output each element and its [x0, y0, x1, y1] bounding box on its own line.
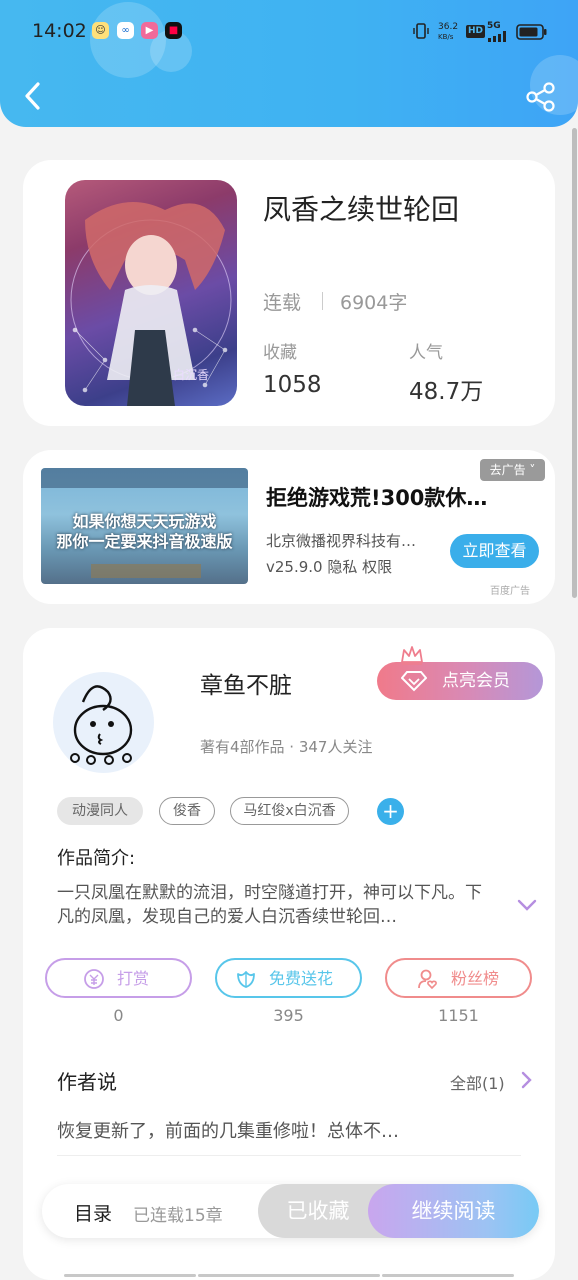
ad-title: 拒绝游戏荒!300款休… — [266, 486, 488, 510]
crown-icon — [401, 646, 423, 665]
tag-chip[interactable]: 动漫同人 — [57, 797, 143, 825]
avatar-drawing — [70, 685, 133, 765]
notification-app-icon: ∞ — [117, 22, 134, 39]
ad-image[interactable]: 如果你想天天玩游戏 那你一定要来抖音极速版 — [41, 468, 248, 584]
author-says-all-link[interactable]: 全部(1) — [450, 1070, 505, 1094]
author-card: 章鱼不脏 著有4部作品 · 347人关注 点亮会员 动漫同人 俊香 马红俊x白沉… — [23, 628, 555, 1280]
status-bar: 14:02 ☺ ∞ ▶ ■ 36.2 KB/s HD 5G — [0, 0, 578, 62]
nav-indicator — [198, 1274, 380, 1277]
book-info-card: 白沉香 凤香之续世轮回 连载 6904字 收藏 人气 1058 48.7万 — [23, 160, 555, 426]
fan-ranking-label: 粉丝榜 — [451, 969, 500, 988]
user-heart-icon — [418, 969, 437, 990]
favorites-label: 收藏 — [263, 343, 297, 363]
author-meta: 著有4部作品 · 347人关注 — [200, 738, 373, 756]
diamond-icon — [401, 671, 427, 692]
fan-count: 1151 — [438, 1006, 479, 1025]
notification-emoji-icon: ☺ — [92, 22, 109, 39]
nav-indicator — [64, 1274, 196, 1277]
author-avatar[interactable] — [53, 672, 154, 773]
status-time: 14:02 — [32, 20, 87, 42]
battery-icon — [516, 24, 547, 40]
flower-icon — [237, 971, 255, 988]
favorited-label: 已收藏 — [286, 1199, 350, 1223]
tag-chip[interactable]: 马红俊x白沉香 — [230, 797, 349, 825]
add-tag-button[interactable]: + — [377, 798, 404, 825]
popularity-value: 48.7万 — [409, 379, 484, 405]
tip-button[interactable]: 打赏 — [45, 958, 192, 998]
net-speed-unit: KB/s — [438, 33, 454, 41]
divider — [322, 292, 323, 310]
popularity-label: 人气 — [409, 343, 443, 363]
chevron-down-icon[interactable] — [517, 898, 537, 912]
notification-record-icon: ■ — [165, 22, 182, 39]
author-says-text[interactable]: 恢复更新了，前面的几集重修啦！总体不… — [57, 1117, 399, 1143]
chapter-count: 已连载15章 — [133, 1206, 223, 1226]
send-flower-label: 免费送花 — [269, 969, 334, 988]
book-cover[interactable]: 白沉香 — [65, 180, 237, 406]
author-name[interactable]: 章鱼不脏 — [200, 666, 292, 700]
signal-icon — [488, 31, 506, 42]
tag-chip[interactable]: 俊香 — [159, 797, 215, 825]
send-flower-button[interactable]: 免费送花 — [215, 958, 362, 998]
vibrate-icon — [413, 23, 429, 39]
top-header: 14:02 ☺ ∞ ▶ ■ 36.2 KB/s HD 5G — [0, 0, 578, 127]
ad-image-text-2: 那你一定要来抖音极速版 — [56, 532, 233, 551]
fan-ranking-button[interactable]: 粉丝榜 — [385, 958, 532, 998]
hd-badge: HD — [466, 25, 486, 38]
bottom-action-bar: 目录 已连载15章 已收藏 继续阅读 — [42, 1184, 539, 1238]
nav-indicator — [382, 1274, 514, 1277]
divider — [57, 1155, 521, 1156]
book-status: 连载 — [263, 292, 302, 314]
ad-card[interactable]: 如果你想天天玩游戏 那你一定要来抖音极速版 去广告 ˅ 拒绝游戏荒!300款休…… — [23, 450, 555, 604]
coin-icon — [84, 969, 104, 989]
tip-label: 打赏 — [117, 969, 150, 988]
ad-company: 北京微播视界科技有… — [266, 532, 417, 550]
flower-count: 395 — [273, 1006, 304, 1025]
ad-source: 百度广告 — [490, 586, 530, 597]
vip-button[interactable]: 点亮会员 — [377, 662, 543, 700]
book-title: 凤香之续世轮回 — [263, 193, 460, 226]
cover-art — [70, 202, 232, 406]
word-count: 6904字 — [340, 292, 408, 314]
ad-meta[interactable]: v25.9.0 隐私 权限 — [266, 556, 392, 577]
author-says-label: 作者说 — [57, 1070, 117, 1094]
vip-button-label: 点亮会员 — [442, 671, 510, 691]
chevron-right-icon[interactable] — [520, 1071, 532, 1089]
intro-text[interactable]: 一只凤凰在默默的流泪，时空隧道打开，神可以下凡。下凡的凤凰，发现自己的爱人白沉香… — [57, 881, 497, 929]
cover-caption: 白沉香 — [173, 368, 210, 382]
favorites-value: 1058 — [263, 372, 322, 398]
ad-view-button[interactable]: 立即查看 — [450, 534, 539, 568]
net-speed-value: 36.2 — [438, 22, 459, 32]
remove-ad-button[interactable]: 去广告 ˅ — [480, 459, 545, 481]
notification-video-icon: ▶ — [141, 22, 158, 39]
share-icon[interactable] — [524, 82, 558, 112]
tip-count: 0 — [113, 1006, 124, 1025]
continue-reading-button[interactable]: 继续阅读 — [368, 1184, 539, 1238]
chevron-left-icon[interactable] — [18, 76, 50, 116]
intro-label: 作品简介: — [57, 848, 136, 869]
scrollbar[interactable] — [572, 128, 577, 598]
toc-button[interactable]: 目录 — [74, 1199, 112, 1226]
